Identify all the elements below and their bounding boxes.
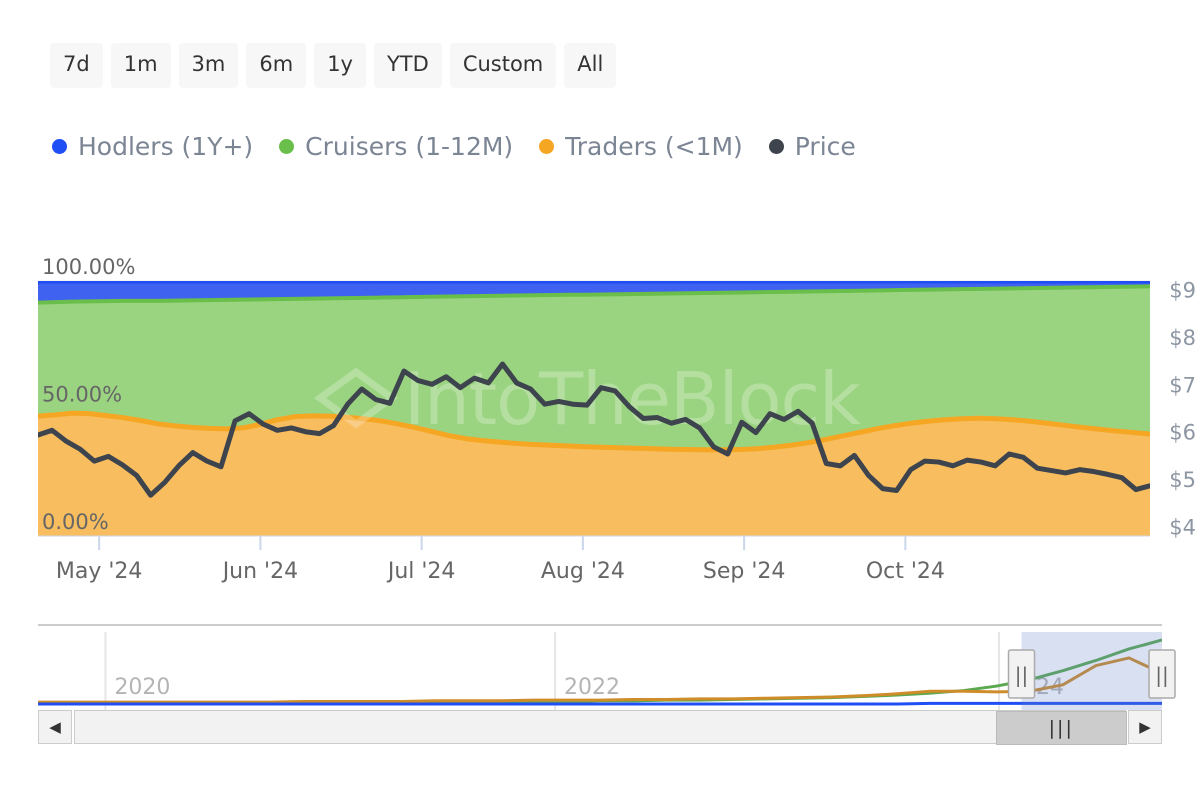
y-axis-right: $4 $5 $6 $7 $8 $9 (1169, 278, 1196, 539)
scrollbar-thumb[interactable]: ||| (995, 711, 1127, 745)
navigator-line-2 (38, 701, 1162, 706)
y-axis-right-tick: $9 (1169, 278, 1196, 302)
y-axis-right-tick: $4 (1169, 515, 1196, 539)
y-axis-right-tick: $8 (1169, 326, 1196, 350)
y-axis-right-tick: $7 (1169, 373, 1196, 397)
chart-container: IntoTheBlock 0.00% 50.00% 100.00% $4 $5 $6 $7… (0, 0, 1200, 800)
navigator-year-label: 2020 (114, 675, 170, 700)
y-axis-right-tick: $5 (1169, 468, 1196, 492)
x-axis-label: Jun '24 (221, 559, 298, 584)
navigator-handle-left-grip: || (1015, 663, 1028, 687)
scroll-left-arrow-icon[interactable]: ◀ (38, 710, 72, 744)
navigator-selected-range[interactable] (1021, 632, 1163, 710)
scrollbar-thumb-grip: ||| (1048, 716, 1074, 739)
x-axis-label: Jul '24 (386, 559, 456, 584)
watermark-text: IntoTheBlock (404, 357, 861, 441)
navigator-handle-right-grip: || (1155, 663, 1168, 687)
y-axis-right-tick: $6 (1169, 421, 1196, 445)
y-axis-left-tick: 50.00% (42, 383, 122, 407)
navigator-year-label: 2022 (564, 675, 620, 700)
stacked-area-chart[interactable]: IntoTheBlock 0.00% 50.00% 100.00% $4 $5 $6 $7… (0, 0, 1200, 800)
x-axis-label: May '24 (56, 559, 143, 584)
x-axis-label: Sep '24 (703, 559, 786, 584)
navigator-handle-left[interactable]: || (1007, 649, 1036, 699)
x-axis: May '24 Jun '24 Jul '24 Aug '24 Sep '24 Oct '… (38, 535, 1150, 584)
y-axis-left-tick: 100.00% (42, 255, 135, 279)
scroll-left-arrow-glyph: ◀ (49, 717, 61, 736)
navigator-handle-right[interactable]: || (1148, 649, 1176, 699)
navigator-scrollbar[interactable]: ◀ ||| ▶ (38, 710, 1162, 745)
scrollbar-track[interactable]: ||| (74, 710, 1127, 745)
scroll-right-arrow-glyph: ▶ (1139, 717, 1151, 736)
x-axis-label: Aug '24 (541, 559, 625, 584)
scroll-right-arrow-icon[interactable]: ▶ (1128, 710, 1162, 744)
x-axis-label: Oct '24 (866, 559, 945, 584)
y-axis-left-tick: 0.00% (42, 510, 109, 534)
navigator[interactable]: 2020 2022 2024|| || (38, 624, 1176, 710)
